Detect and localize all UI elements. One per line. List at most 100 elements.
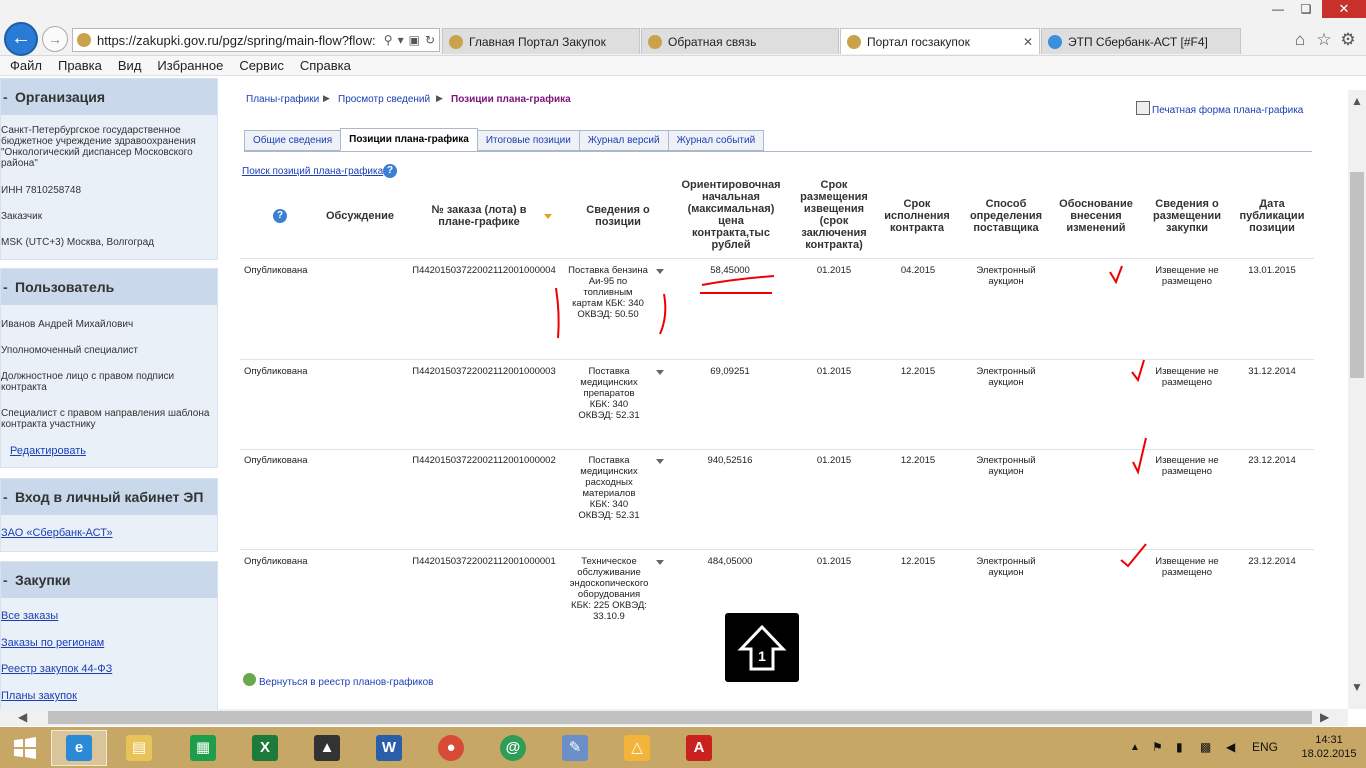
vertical-scroll-thumb[interactable] xyxy=(1350,172,1364,378)
clock-date: 18.02.2015 xyxy=(1301,748,1357,760)
taskbar-mail[interactable]: @ xyxy=(485,730,541,766)
taskbar-word[interactable]: W xyxy=(361,730,417,766)
site-emblem-icon xyxy=(77,33,91,47)
scroll-left-arrow-icon[interactable]: ◀ xyxy=(18,710,27,724)
scroll-up-arrow-icon[interactable]: ▲ xyxy=(1351,94,1363,108)
organization-panel: Организация Санкт-Петербургское государс… xyxy=(0,78,218,260)
file-explorer-icon: ▤ xyxy=(126,735,152,761)
close-window-button[interactable]: ✕ xyxy=(1322,0,1366,18)
user-title[interactable]: Пользователь xyxy=(1,269,217,305)
taskbar-drive[interactable]: △ xyxy=(609,730,665,766)
taskbar-explorer[interactable]: ▤ xyxy=(111,730,167,766)
tab-emblem-icon xyxy=(847,34,861,49)
browser-chrome: ← → https://zakupki.gov.ru/pgz/spring/ma… xyxy=(0,0,1366,56)
language-indicator[interactable]: ENG xyxy=(1252,727,1278,768)
tab-title: Главная Портал Закупок xyxy=(469,34,606,49)
url-text[interactable]: https://zakupki.gov.ru/pgz/spring/main-f… xyxy=(97,33,379,48)
taskbar-excel[interactable]: X xyxy=(237,730,293,766)
windows-taskbar: e ▤ ▦ X ▲ W ● @ ✎ △ A ▲ ⚑ ▮ ▩ ◀ ENG 14:3… xyxy=(0,727,1366,768)
store-icon: ▦ xyxy=(190,735,216,761)
org-timezone: MSK (UTC+3) Москва, Волгоград xyxy=(1,237,154,248)
menu-favorites[interactable]: Избранное xyxy=(157,56,223,75)
arrow-up-1-icon: 1 xyxy=(737,624,787,671)
battery-icon[interactable]: ▮ xyxy=(1176,727,1183,768)
registry-44fz-link[interactable]: Реестр закупок 44-ФЗ xyxy=(1,663,112,675)
back-button[interactable]: ← xyxy=(4,22,38,56)
favorites-star-icon[interactable]: ☆ xyxy=(1314,30,1334,50)
org-name: Санкт-Петербургское государственное бюдж… xyxy=(1,125,196,169)
scroll-right-arrow-icon[interactable]: ▶ xyxy=(1320,710,1329,724)
word-icon: W xyxy=(376,735,402,761)
user-name: Иванов Андрей Михайлович xyxy=(1,319,134,330)
system-clock[interactable]: 14:31 18.02.2015 xyxy=(1296,733,1362,761)
browser-tab-sberbank[interactable]: ЭТП Сбербанк-АСТ [#F4] xyxy=(1041,28,1241,54)
purchase-plans-link[interactable]: Планы закупок xyxy=(1,690,77,702)
menu-view[interactable]: Вид xyxy=(118,56,142,75)
home-icon[interactable]: ⌂ xyxy=(1290,30,1310,50)
lock-icon[interactable]: ▣ xyxy=(409,33,420,47)
organization-title[interactable]: Организация xyxy=(1,79,217,115)
tab-title: ЭТП Сбербанк-АСТ [#F4] xyxy=(1068,34,1208,49)
tray-expand-icon[interactable]: ▲ xyxy=(1130,727,1140,768)
menu-bar: Файл Правка Вид Избранное Сервис Справка xyxy=(0,56,1366,76)
scroll-top-button[interactable]: 1 xyxy=(725,613,799,682)
browser-tab-portal[interactable]: Портал госзакупок ✕ xyxy=(840,28,1040,54)
search-icon[interactable]: ⚲ xyxy=(384,33,393,47)
minimize-button[interactable]: — xyxy=(1264,0,1292,18)
windows-logo-icon xyxy=(14,737,36,759)
action-center-flag-icon[interactable]: ⚑ xyxy=(1152,727,1163,768)
purchases-title[interactable]: Закупки xyxy=(1,562,217,598)
graduation-cap-icon: ▲ xyxy=(314,735,340,761)
taskbar-chrome[interactable]: ● xyxy=(423,730,479,766)
all-orders-link[interactable]: Все заказы xyxy=(1,610,58,622)
left-sidebar: Организация Санкт-Петербургское государс… xyxy=(0,76,218,709)
mail-agent-icon: @ xyxy=(500,735,526,761)
acrobat-icon: A xyxy=(686,735,712,761)
edit-user-link[interactable]: Редактировать xyxy=(10,445,86,457)
browser-tab-main[interactable]: Главная Портал Закупок xyxy=(442,28,640,54)
dropdown-icon[interactable]: ▾ xyxy=(398,33,404,47)
taskbar-store[interactable]: ▦ xyxy=(175,730,231,766)
close-tab-icon[interactable]: ✕ xyxy=(1023,35,1033,49)
tab-title: Обратная связь xyxy=(668,34,757,49)
restore-button[interactable]: ❏ xyxy=(1292,0,1320,18)
purchases-panel: Закупки Все заказы Заказы по регионам Ре… xyxy=(0,561,218,709)
menu-help[interactable]: Справка xyxy=(300,56,351,75)
chrome-icon: ● xyxy=(438,735,464,761)
excel-icon: X xyxy=(252,735,278,761)
user-role: Уполномоченный специалист xyxy=(1,345,139,356)
taskbar-app[interactable]: ▲ xyxy=(299,730,355,766)
user-role: Специалист с правом направления шаблона … xyxy=(1,408,210,430)
network-icon[interactable]: ▩ xyxy=(1200,727,1211,768)
forward-button[interactable]: → xyxy=(42,26,68,52)
google-drive-icon: △ xyxy=(624,735,650,761)
settings-gear-icon[interactable]: ⚙ xyxy=(1338,30,1358,50)
scroll-down-arrow-icon[interactable]: ▼ xyxy=(1351,680,1363,694)
tab-title: Портал госзакупок xyxy=(867,34,970,49)
sberbank-ast-link[interactable]: ЗАО «Сбербанк-АСТ» xyxy=(1,527,113,539)
paint-icon: ✎ xyxy=(562,735,588,761)
menu-file[interactable]: Файл xyxy=(10,56,42,75)
user-panel: Пользователь Иванов Андрей Михайлович Уп… xyxy=(0,268,218,468)
ep-cabinet-panel: Вход в личный кабинет ЭП ЗАО «Сбербанк-А… xyxy=(0,478,218,552)
taskbar-ie[interactable]: e xyxy=(51,730,107,766)
svg-text:1: 1 xyxy=(758,648,766,664)
address-bar[interactable]: https://zakupki.gov.ru/pgz/spring/main-f… xyxy=(72,28,440,52)
org-role: Заказчик xyxy=(1,211,43,222)
tab-emblem-icon xyxy=(648,34,662,49)
regional-orders-link[interactable]: Заказы по регионам xyxy=(1,637,104,649)
refresh-icon[interactable]: ↻ xyxy=(425,33,435,47)
menu-tools[interactable]: Сервис xyxy=(239,56,284,75)
horizontal-scroll-thumb[interactable] xyxy=(48,711,1312,724)
volume-icon[interactable]: ◀ xyxy=(1226,727,1235,768)
org-inn: ИНН 7810258748 xyxy=(1,185,82,196)
taskbar-paint[interactable]: ✎ xyxy=(547,730,603,766)
ep-cabinet-title[interactable]: Вход в личный кабинет ЭП xyxy=(1,479,217,515)
internet-explorer-icon: e xyxy=(66,735,92,761)
taskbar-acrobat[interactable]: A xyxy=(671,730,727,766)
user-role: Должностное лицо с правом подписи контра… xyxy=(1,371,175,393)
start-button[interactable] xyxy=(0,730,50,766)
browser-tab-feedback[interactable]: Обратная связь xyxy=(641,28,839,54)
clock-time: 14:31 xyxy=(1315,734,1343,746)
menu-edit[interactable]: Правка xyxy=(58,56,102,75)
